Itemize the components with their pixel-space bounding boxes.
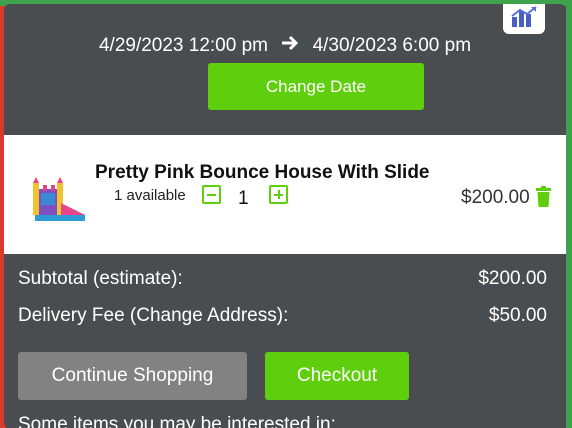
increase-quantity-icon[interactable] xyxy=(269,185,288,204)
chart-logo-icon[interactable] xyxy=(503,4,545,34)
subtotal-label: Subtotal (estimate): xyxy=(18,268,183,289)
suggestions-heading: Some items you may be interested in: xyxy=(18,414,336,428)
item-price: $200.00 xyxy=(461,187,530,208)
delivery-fee-value: $50.00 xyxy=(488,305,547,326)
cart-item: Pretty Pink Bounce House With Slide 1 av… xyxy=(4,135,566,254)
cart-panel: 4/29/2023 12:00 pm 4/30/2023 6:00 pm Cha… xyxy=(4,4,566,428)
delivery-fee-label[interactable]: Delivery Fee (Change Address): xyxy=(18,305,288,327)
arrow-right-icon xyxy=(281,34,299,58)
trash-icon[interactable] xyxy=(535,186,552,208)
change-date-button[interactable]: Change Date xyxy=(208,63,424,110)
delivery-fee-row: Delivery Fee (Change Address): $50.00 xyxy=(18,305,547,327)
end-datetime: 4/30/2023 6:00 pm xyxy=(312,35,472,57)
subtotal-value: $200.00 xyxy=(478,268,547,289)
decrease-quantity-icon[interactable] xyxy=(202,185,221,204)
start-datetime: 4/29/2023 12:00 pm xyxy=(98,35,268,57)
subtotal-row: Subtotal (estimate): $200.00 xyxy=(18,268,547,290)
checkout-button[interactable]: Checkout xyxy=(265,352,409,400)
item-name[interactable]: Pretty Pink Bounce House With Slide xyxy=(95,162,430,184)
continue-shopping-button[interactable]: Continue Shopping xyxy=(18,352,247,400)
quantity-value: 1 xyxy=(238,188,249,209)
item-availability: 1 available xyxy=(114,187,186,204)
bounce-house-thumbnail xyxy=(29,175,89,227)
background-page-edge-right xyxy=(566,0,572,428)
rental-date-range: 4/29/2023 12:00 pm 4/30/2023 6:00 pm xyxy=(4,34,566,58)
